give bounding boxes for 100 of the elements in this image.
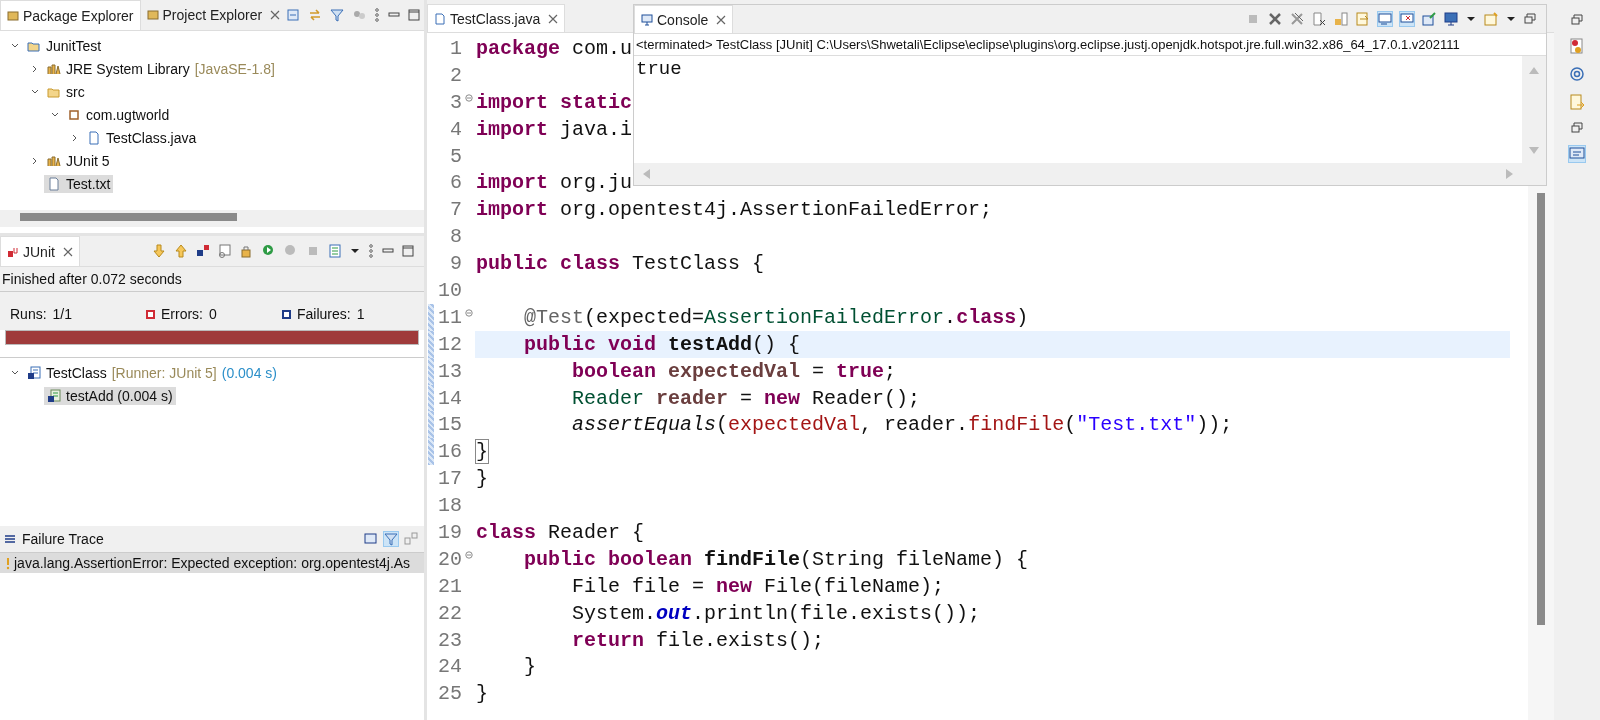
line-number: 16 — [437, 440, 462, 464]
line-number: 22 — [437, 601, 462, 625]
view-tab[interactable]: JUnit — [0, 236, 80, 266]
tree-item[interactable]: JunitTest — [24, 36, 105, 55]
code-line: } — [476, 440, 488, 464]
view-tab[interactable]: Package Explorer — [0, 0, 141, 30]
tree-item[interactable]: JUnit 5 — [44, 151, 113, 170]
dropdown-icon[interactable] — [350, 246, 360, 256]
filter-icon[interactable] — [384, 532, 398, 546]
lock-icon[interactable] — [240, 244, 254, 258]
line-number: 5 — [449, 144, 462, 168]
line-number: 21 — [437, 574, 462, 598]
counter-label: Errors: — [161, 306, 203, 322]
restore-icon[interactable] — [1571, 122, 1583, 134]
collapse-all-icon[interactable] — [286, 8, 301, 22]
rerun-icon[interactable] — [262, 244, 276, 258]
line-number: 25 — [437, 682, 462, 706]
line-number: 1 — [449, 36, 462, 60]
counter-label: Failures: — [297, 306, 351, 322]
dropdown-icon[interactable] — [1506, 14, 1516, 24]
close-icon[interactable] — [270, 10, 281, 20]
java-file-icon — [434, 12, 446, 25]
tree-item[interactable]: Test.txt — [44, 174, 114, 193]
restore-icon[interactable] — [1524, 13, 1536, 25]
counter-value: 1/1 — [52, 306, 73, 322]
line-number: 10 — [437, 278, 462, 302]
monitor-icon[interactable] — [1444, 12, 1458, 26]
list-icon[interactable] — [328, 244, 342, 258]
code-line: File file = new File(fileName); — [571, 574, 945, 598]
tree-item[interactable]: src — [44, 82, 88, 101]
show-error-icon[interactable] — [1400, 12, 1414, 26]
view-icon — [7, 9, 19, 22]
code-line: } — [476, 682, 488, 706]
line-number: 6 — [449, 171, 462, 195]
view-tab[interactable]: Project Explorer — [140, 0, 287, 30]
tree-item[interactable]: TestClass.java — [84, 128, 200, 147]
dropdown-icon[interactable] — [1466, 14, 1476, 24]
fold-icon[interactable] — [464, 550, 473, 559]
stack-icon — [4, 533, 16, 545]
java-file-icon — [87, 130, 101, 145]
test-suite-icon — [27, 365, 41, 380]
maximize-icon[interactable] — [402, 245, 414, 257]
view-tab[interactable]: Console — [634, 5, 734, 33]
fold-icon[interactable] — [464, 93, 473, 102]
line-number: 14 — [437, 386, 462, 410]
line-number: 23 — [437, 628, 462, 652]
line-number: 2 — [449, 63, 462, 87]
close-icon[interactable] — [62, 246, 73, 257]
close-icon[interactable] — [716, 14, 727, 25]
code-line: } — [523, 655, 536, 679]
code-line: public void testAdd() { — [523, 332, 801, 356]
failures-filter-icon[interactable] — [196, 244, 210, 258]
link-arrows-icon[interactable] — [308, 8, 323, 22]
arrow-down-icon[interactable] — [152, 244, 166, 258]
line-number: 18 — [437, 494, 462, 518]
code-line: assertEquals(expectedVal, reader.findFile("Test.txt")); — [571, 413, 1233, 437]
test-failed-icon — [47, 388, 61, 403]
line-number: 15 — [437, 413, 462, 437]
package-icon — [67, 107, 81, 122]
line-number: 13 — [437, 359, 462, 383]
counter-value: 0 — [209, 306, 217, 322]
restore-icon[interactable] — [1571, 14, 1583, 26]
arrow-up-icon[interactable] — [174, 244, 188, 258]
code-line: import org.opentest4j.AssertionFailedError; — [476, 198, 993, 222]
scrollbar-thumb[interactable] — [1537, 193, 1545, 625]
close-icon[interactable] — [548, 13, 559, 24]
code-line: public boolean findFile(String fileName) { — [523, 547, 1029, 571]
fold-icon[interactable] — [464, 308, 473, 317]
filter-icon[interactable] — [330, 8, 345, 22]
scroll-lock-icon[interactable] — [1334, 12, 1348, 26]
show-output-icon[interactable] — [1378, 12, 1392, 26]
line-number: 7 — [449, 198, 462, 222]
editor-tab[interactable]: TestClass.java — [427, 4, 566, 32]
maximize-icon[interactable] — [408, 9, 421, 21]
line-number: 4 — [449, 117, 462, 141]
remove-icon[interactable] — [1268, 12, 1282, 26]
history-icon[interactable] — [218, 244, 232, 258]
pin-icon[interactable] — [1422, 12, 1436, 26]
more-icon[interactable] — [374, 8, 381, 22]
library-icon — [47, 153, 61, 168]
compare-icon[interactable] — [364, 532, 378, 546]
new-console-icon[interactable] — [1484, 12, 1498, 26]
code-line: boolean expectedVal = true; — [571, 359, 897, 383]
more-icon[interactable] — [368, 244, 374, 258]
tree-item[interactable]: com.ugtworld — [64, 105, 173, 124]
scrollbar-thumb[interactable] — [20, 213, 237, 221]
code-line: public class TestClass { — [476, 252, 765, 276]
layout-icon[interactable] — [404, 532, 418, 546]
remove-all-icon[interactable] — [1290, 12, 1304, 26]
tree-item[interactable]: TestClass [Runner: JUnit 5] (0.004 s) — [24, 363, 280, 382]
tree-item[interactable]: JRE System Library [JavaSE-1.8] — [44, 59, 278, 78]
clear-icon[interactable] — [1312, 12, 1326, 26]
code-line: } — [476, 467, 488, 491]
junit-icon — [7, 245, 19, 258]
code-line: import java.i — [476, 117, 633, 141]
word-wrap-icon[interactable] — [1356, 12, 1370, 26]
library-icon — [47, 61, 61, 76]
failures-icon — [282, 309, 291, 319]
tree-item[interactable]: testAdd (0.004 s) — [44, 386, 176, 405]
error-log-icon[interactable] — [1569, 38, 1585, 54]
